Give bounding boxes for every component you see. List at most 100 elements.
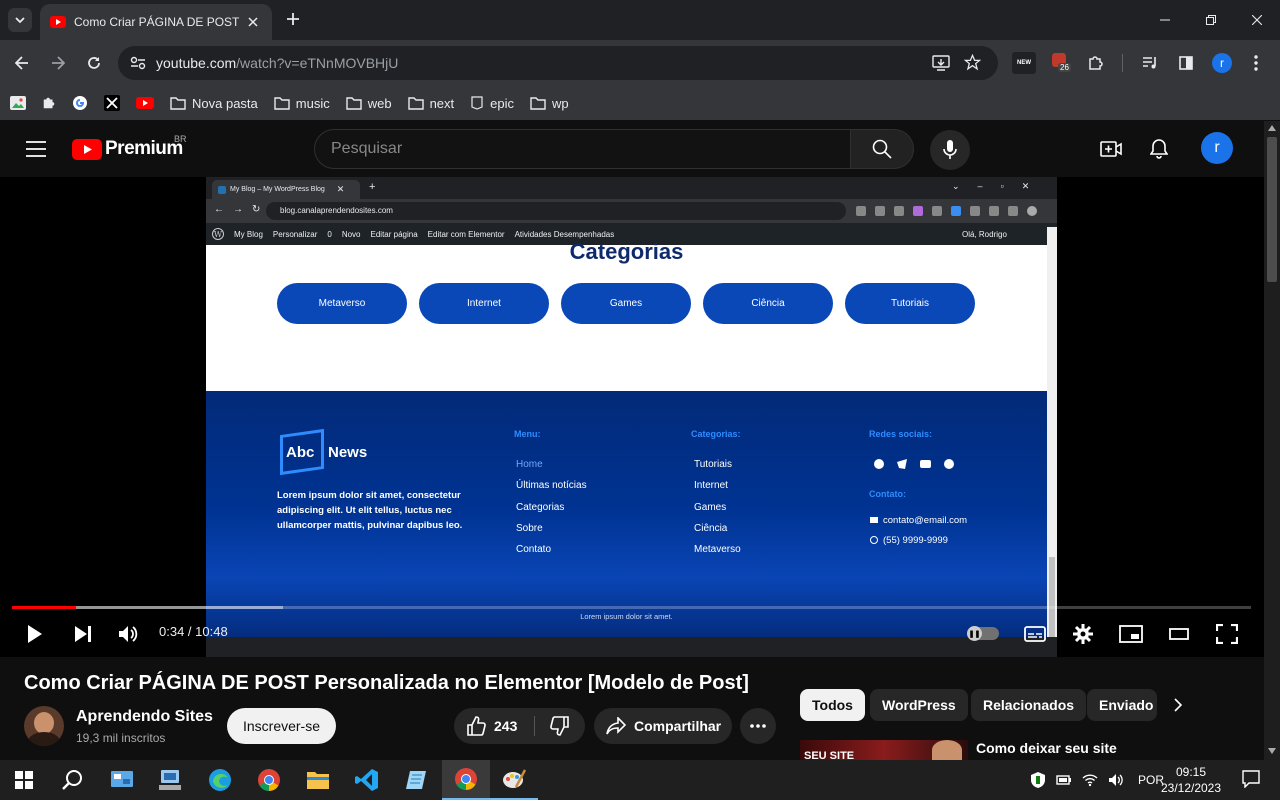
forward-button[interactable] (44, 49, 72, 77)
taskbar-app-control-panel[interactable] (98, 760, 146, 800)
voice-search-button[interactable] (930, 130, 970, 170)
folder-icon (530, 96, 546, 110)
youtube-favicon-icon (50, 16, 66, 28)
like-button[interactable]: 243 (454, 708, 534, 744)
subscribe-button[interactable]: Inscrever-se (227, 708, 336, 744)
wifi-icon[interactable] (1082, 773, 1098, 787)
taskbar-app-network[interactable] (146, 760, 194, 800)
ext-icon (913, 206, 923, 216)
profile-avatar[interactable]: r (1212, 53, 1232, 73)
thumbs-down-icon (550, 716, 569, 736)
bookmark-extensions[interactable] (42, 96, 56, 110)
next-video-button[interactable] (68, 619, 98, 649)
close-tab-icon[interactable] (248, 17, 258, 27)
avatar-body (28, 732, 60, 746)
logo-abc-text: Abc (286, 444, 315, 461)
bookmark-folder-nova-pasta[interactable]: Nova pasta (170, 96, 258, 111)
miniplayer-button[interactable] (1116, 619, 1146, 649)
bookmark-folder-next[interactable]: next (407, 96, 454, 111)
search-input[interactable]: Pesquisar (314, 129, 851, 169)
scroll-thumb[interactable] (1267, 137, 1277, 282)
bookmark-folder-web[interactable]: web (346, 96, 392, 111)
tab-search-button[interactable] (8, 8, 32, 32)
chip-enviado[interactable]: Enviado (1087, 689, 1157, 721)
chip-wordpress[interactable]: WordPress (870, 689, 968, 721)
dislike-button[interactable] (535, 708, 585, 744)
subtitles-button[interactable] (1020, 619, 1050, 649)
scroll-down-icon[interactable] (1268, 748, 1276, 754)
bookmark-star-icon[interactable] (964, 54, 981, 71)
install-app-icon[interactable] (932, 55, 950, 71)
autoplay-toggle[interactable]: ❚❚ (967, 626, 999, 641)
recommended-title[interactable]: Como deixar seu site (976, 740, 1117, 756)
channel-name[interactable]: Aprendendo Sites (76, 708, 213, 726)
battery-usb-icon[interactable] (1056, 773, 1072, 787)
browser-tab-active[interactable]: Como Criar PÁGINA DE POST Pe (40, 4, 272, 40)
chip-todos[interactable]: Todos (800, 689, 865, 721)
bookmark-folder-music[interactable]: music (274, 96, 330, 111)
bookmark-google[interactable] (72, 95, 88, 111)
speaker-icon[interactable] (1108, 773, 1124, 787)
bookmark-epic[interactable]: epic (470, 96, 514, 111)
progress-bar[interactable] (12, 606, 1251, 609)
taskbar-app-paint[interactable] (490, 760, 538, 800)
youtube-logo[interactable]: Premium (72, 138, 183, 160)
taskbar-app-edge[interactable] (196, 760, 244, 800)
bookmark-x[interactable] (104, 95, 120, 111)
back-button[interactable] (8, 49, 36, 77)
progress-played (12, 606, 77, 609)
footer-social-heading: Redes sociais: (869, 429, 933, 439)
create-button[interactable] (1095, 133, 1127, 165)
new-tab-button[interactable] (282, 8, 304, 30)
share-button[interactable]: Compartilhar (594, 708, 732, 744)
recommended-thumbnail[interactable]: SEU SITE (800, 740, 968, 760)
paint-palette-icon (503, 769, 526, 788)
chip-relacionados[interactable]: Relacionados (971, 689, 1087, 721)
more-actions-button[interactable] (740, 708, 776, 744)
bookmark-photos[interactable] (10, 96, 26, 110)
reload-button[interactable] (80, 49, 108, 77)
notification-center-button[interactable] (1242, 770, 1262, 790)
security-shield-icon[interactable] (1030, 771, 1046, 789)
wp-bar-item: Novo (341, 229, 361, 239)
minimize-button[interactable] (1142, 0, 1188, 40)
extension-new-icon[interactable]: NEW (1012, 52, 1036, 74)
restore-button[interactable] (1188, 0, 1234, 40)
taskbar-app-chrome-active[interactable] (442, 760, 490, 800)
fullscreen-button[interactable] (1212, 619, 1242, 649)
taskbar-clock[interactable]: 09:15 23/12/2023 (1160, 764, 1222, 796)
chrome-menu-button[interactable] (1244, 51, 1268, 75)
play-button[interactable] (20, 619, 50, 649)
media-control-button[interactable] (1138, 51, 1162, 75)
address-bar[interactable]: youtube.com/watch?v=eTNnMOVBHjU (118, 46, 998, 80)
taskbar-app-chrome[interactable] (245, 760, 293, 800)
taskbar-app-file-explorer[interactable] (294, 760, 342, 800)
taskbar-app-vscode[interactable] (343, 760, 391, 800)
bookmark-label: web (367, 95, 392, 111)
start-button[interactable] (0, 760, 48, 800)
playlist-music-icon (1143, 57, 1156, 69)
taskbar-search-button[interactable] (48, 760, 96, 800)
search-button[interactable] (850, 129, 914, 169)
settings-button[interactable] (1068, 619, 1098, 649)
close-window-button[interactable] (1234, 0, 1280, 40)
channel-avatar[interactable] (24, 706, 64, 746)
site-info-icon[interactable] (130, 56, 146, 70)
thumbnail-face (932, 740, 962, 760)
video-player[interactable]: My Blog – My WordPress Blog ✕ + ⌄–▫✕ ←→↻… (0, 177, 1264, 657)
page-scrollbar[interactable] (1264, 121, 1280, 760)
taskbar-app-notes[interactable] (392, 760, 440, 800)
theater-mode-button[interactable] (1164, 619, 1194, 649)
mute-button[interactable] (114, 619, 144, 649)
extensions-button[interactable] (1084, 51, 1108, 75)
chips-next-button[interactable] (1162, 689, 1194, 721)
guide-menu-button[interactable] (20, 133, 52, 165)
scroll-up-icon[interactable] (1268, 125, 1276, 131)
bookmark-youtube[interactable] (136, 97, 154, 109)
extension-badge-button[interactable]: 26 (1052, 53, 1072, 73)
side-panel-button[interactable] (1174, 51, 1198, 75)
notifications-button[interactable] (1143, 133, 1175, 165)
account-avatar[interactable]: r (1201, 132, 1233, 164)
bell-icon (1150, 139, 1168, 159)
bookmark-folder-wp[interactable]: wp (530, 96, 569, 111)
